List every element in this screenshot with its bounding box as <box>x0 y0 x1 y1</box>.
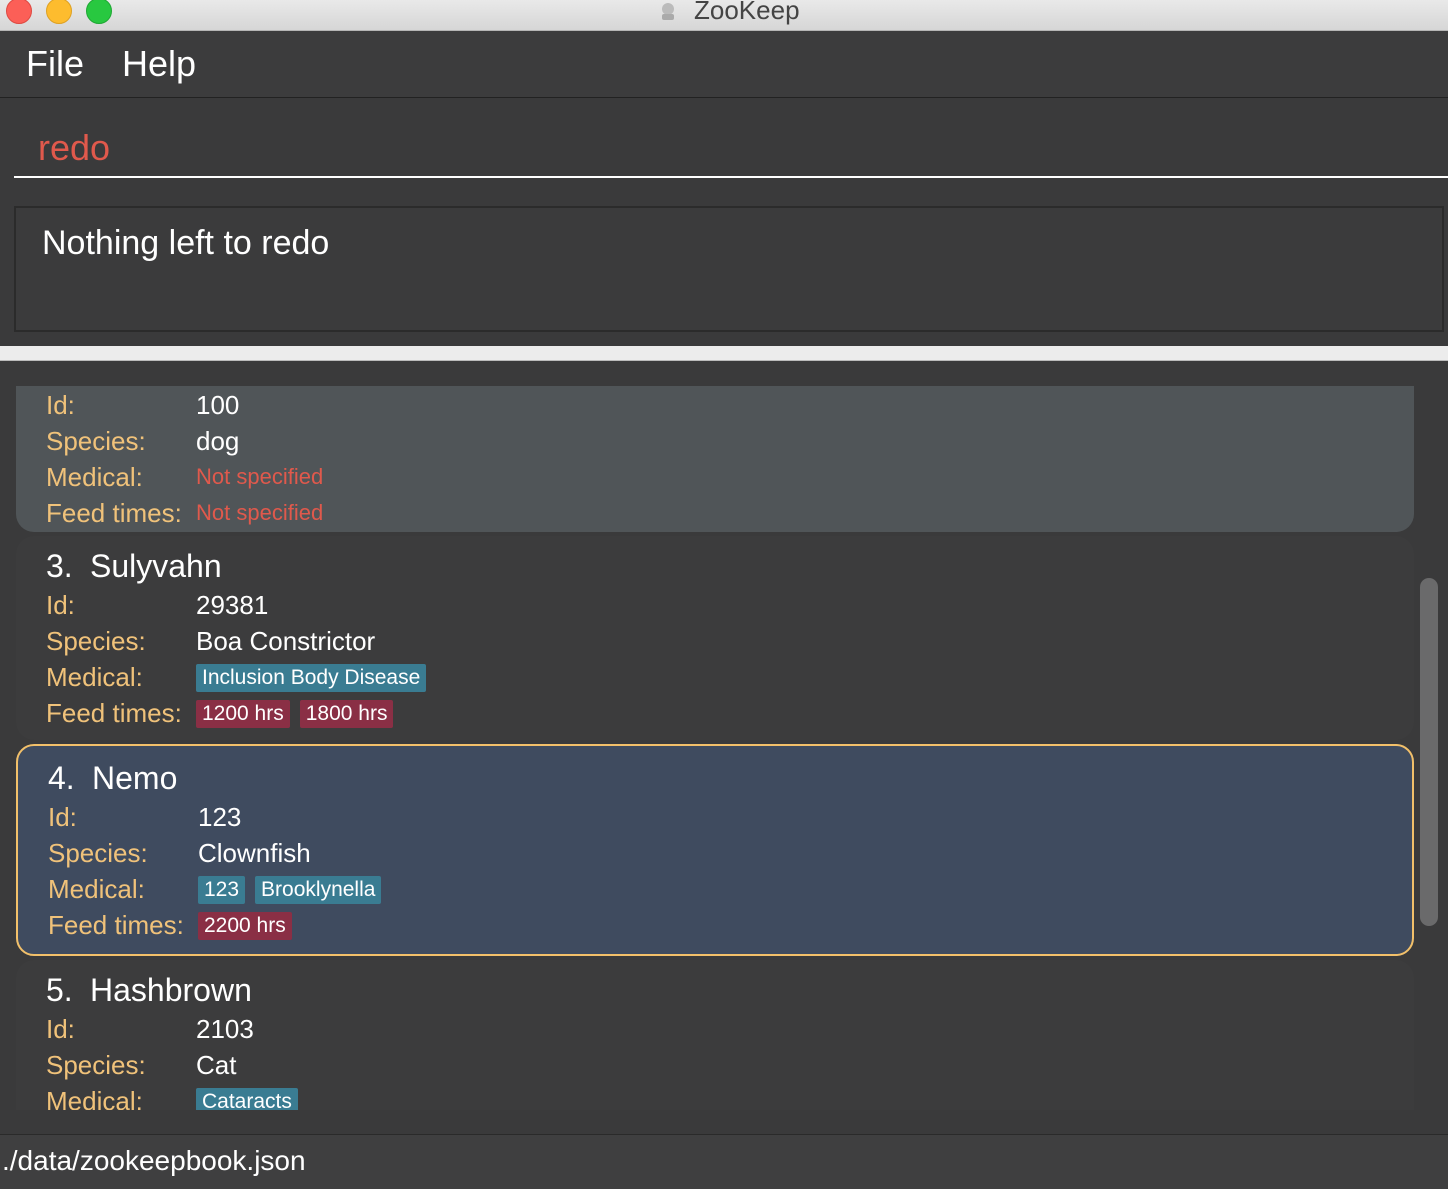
medical-tag: Brooklynella <box>255 876 382 904</box>
feed-times-label: Feed times: <box>46 498 182 528</box>
status-bar: ./data/zookeepbook.json <box>0 1134 1448 1189</box>
id-value: 29381 <box>196 590 269 620</box>
species-label: Species: <box>46 1050 146 1080</box>
result-display: Nothing left to redo <box>14 206 1444 332</box>
animal-title: 3. Sulyvahn <box>46 548 222 585</box>
animal-card[interactable]: 5. Hashbrown Id: 2103 Species: Cat Medica… <box>16 960 1414 1110</box>
animal-card[interactable]: 3. Sulyvahn Id: 29381 Species: Boa Constr… <box>16 536 1414 740</box>
animal-index: 5. <box>46 972 73 1008</box>
species-value: Cat <box>196 1050 237 1080</box>
medical-tags: Inclusion Body Disease <box>196 660 436 692</box>
id-value: 100 <box>196 390 240 420</box>
animal-title: 4. Nemo <box>48 760 177 797</box>
animal-name: Nemo <box>92 760 178 796</box>
feed-time-tags: 1200 hrs 1800 hrs <box>196 696 403 728</box>
animal-list-panel: Id: 100 Species: dog Medical: Not specif… <box>0 362 1448 1132</box>
id-value: 123 <box>198 802 242 832</box>
animal-name: Hashbrown <box>90 972 252 1008</box>
id-value: 2103 <box>196 1014 254 1044</box>
animal-index: 4. <box>48 760 75 796</box>
species-label: Species: <box>48 838 148 868</box>
feed-time-tag: 2200 hrs <box>198 912 292 940</box>
medical-not-specified: Not specified <box>196 464 324 489</box>
feed-time-tag: 1200 hrs <box>196 700 290 728</box>
feed-times-not-specified: Not specified <box>196 500 324 525</box>
zoom-window-button[interactable] <box>86 0 112 24</box>
minimize-window-button[interactable] <box>46 0 72 24</box>
animal-card-selected[interactable]: 4. Nemo Id: 123 Species: Clownfish Medica… <box>16 744 1414 956</box>
medical-label: Medical: <box>46 1086 143 1110</box>
menu-file[interactable]: File <box>26 43 84 85</box>
app-icon <box>662 3 674 20</box>
medical-tag: Inclusion Body Disease <box>196 664 427 692</box>
result-message: Nothing left to redo <box>42 224 330 262</box>
medical-tag: Cataracts <box>196 1088 298 1110</box>
feed-time-tags: 2200 hrs <box>198 908 302 940</box>
animal-card[interactable]: Id: 100 Species: dog Medical: Not specif… <box>16 386 1414 532</box>
id-label: Id: <box>46 1014 75 1044</box>
pane-splitter[interactable] <box>0 346 1448 361</box>
animal-index: 3. <box>46 548 73 584</box>
species-label: Species: <box>46 626 146 656</box>
id-label: Id: <box>48 802 77 832</box>
species-label: Species: <box>46 426 146 456</box>
medical-tags: Cataracts <box>196 1084 308 1110</box>
species-value: dog <box>196 426 240 456</box>
close-window-button[interactable] <box>6 0 32 24</box>
menu-bar: File Help <box>0 31 1448 98</box>
command-input[interactable] <box>14 98 1448 178</box>
title-bar: ZooKeep <box>0 0 1448 31</box>
animal-title: 5. Hashbrown <box>46 972 252 1009</box>
id-label: Id: <box>46 590 75 620</box>
list-scrollbar[interactable] <box>1420 578 1438 926</box>
medical-tags: 123 Brooklynella <box>198 872 391 904</box>
window-title: ZooKeep <box>694 0 800 25</box>
species-value: Boa Constrictor <box>196 626 376 656</box>
animal-name: Sulyvahn <box>90 548 222 584</box>
command-box <box>0 98 1448 198</box>
medical-tag: 123 <box>198 876 246 904</box>
medical-label: Medical: <box>48 874 145 904</box>
feed-time-tag: 1800 hrs <box>299 700 394 728</box>
feed-times-label: Feed times: <box>46 698 182 728</box>
medical-label: Medical: <box>46 662 143 692</box>
animal-list[interactable]: Id: 100 Species: dog Medical: Not specif… <box>16 386 1414 1110</box>
feed-times-label: Feed times: <box>48 910 184 940</box>
menu-help[interactable]: Help <box>122 43 196 85</box>
id-label: Id: <box>46 390 75 420</box>
save-file-path: ./data/zookeepbook.json <box>2 1145 306 1176</box>
medical-label: Medical: <box>46 462 143 492</box>
species-value: Clownfish <box>198 838 311 868</box>
